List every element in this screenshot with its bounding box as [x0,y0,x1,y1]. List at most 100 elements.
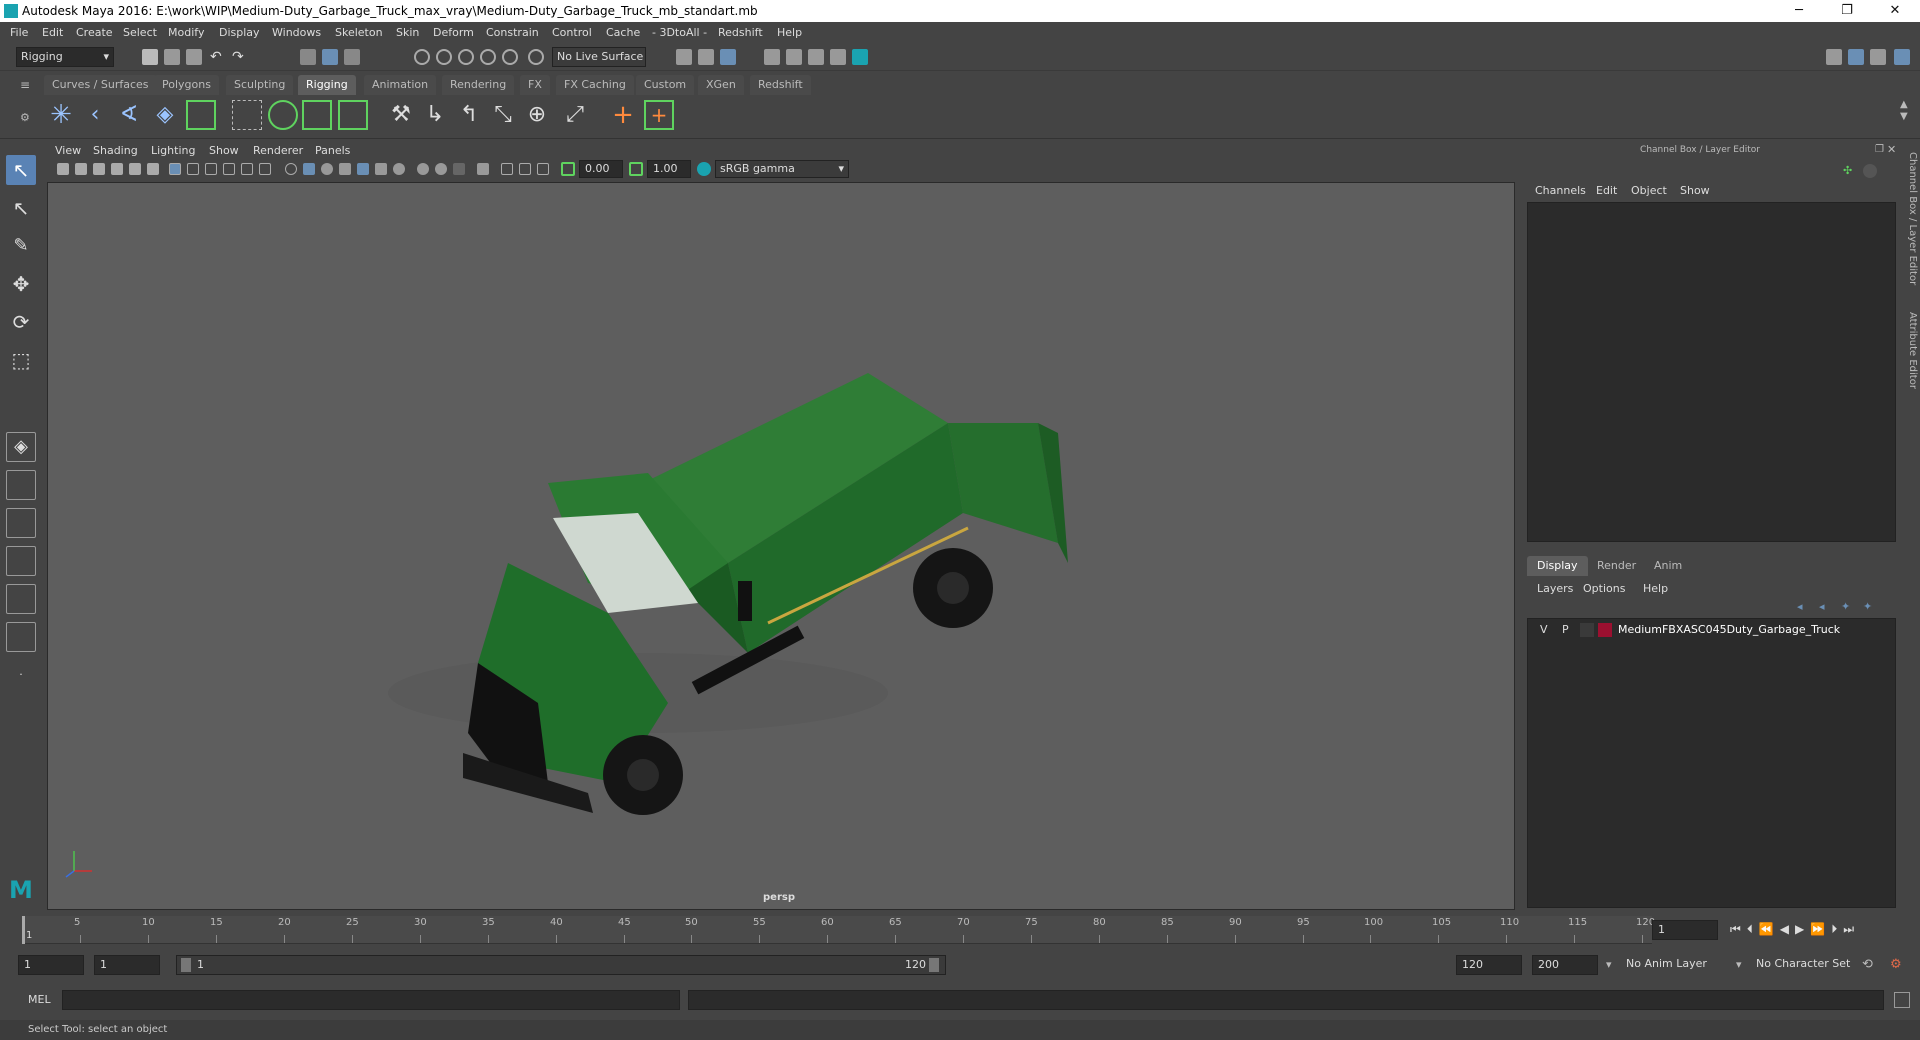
tab-fx-caching[interactable]: FX Caching [556,75,634,95]
ambient-occlusion-icon[interactable] [393,163,405,175]
side-tab-channel-box[interactable]: Channel Box / Layer Editor [1900,152,1918,292]
channel-box[interactable] [1527,202,1896,542]
menu-edit[interactable]: Edit [42,26,63,39]
channel-show-menu[interactable]: Show [1680,184,1710,197]
xray-icon[interactable] [501,163,513,175]
locator-icon[interactable]: + [608,100,638,130]
move-layer-up-icon[interactable]: ◂ [1797,600,1803,613]
persp-graph-layout-icon[interactable] [6,546,36,576]
rotate-tool-icon[interactable]: ⟳ [6,307,36,337]
move-tool-icon[interactable]: ✥ [6,269,36,299]
layer-display-type-toggle[interactable] [1580,623,1594,637]
tab-rigging[interactable]: Rigging [298,75,356,95]
tool-settings-toggle-icon[interactable] [1870,49,1886,65]
tab-anim[interactable]: Anim [1644,556,1692,576]
select-hierarchy-icon[interactable] [300,49,316,65]
orient-constraint-icon[interactable]: ⤡ [488,100,518,130]
minimize-button[interactable]: ─ [1776,0,1822,22]
bind-skin-icon[interactable] [232,100,262,130]
layer-options-menu[interactable]: Options [1583,582,1625,595]
ik-fk-switch-icon[interactable]: + [644,100,674,130]
film-gate-icon[interactable] [147,163,159,175]
safe-action-icon[interactable] [241,163,253,175]
layer-row[interactable]: V P MediumFBXASC045Duty_Garbage_Truck [1530,621,1892,639]
layer-name[interactable]: MediumFBXASC045Duty_Garbage_Truck [1618,623,1840,636]
shelf-menu-icon[interactable]: ≡ [20,78,30,92]
menu-deform[interactable]: Deform [433,26,474,39]
ipr-render-icon[interactable] [786,49,802,65]
step-back-icon[interactable]: ⏴ [1747,922,1759,936]
snap-grid-icon[interactable] [414,49,430,65]
humanik-icon[interactable] [186,100,216,130]
manip-icon[interactable] [1863,164,1877,178]
character-set-dropdown[interactable]: No Character Set [1752,955,1870,975]
tab-render[interactable]: Render [1587,556,1646,576]
camera-attributes-icon[interactable] [75,163,87,175]
end-time-field[interactable]: 200 [1532,955,1598,975]
insert-joint-icon[interactable]: ‹ [80,100,110,130]
tab-fx[interactable]: FX [520,75,550,95]
tab-custom[interactable]: Custom [636,75,695,95]
layer-playback-toggle[interactable]: P [1562,623,1569,636]
go-to-end-icon[interactable]: ⏭ [1843,922,1860,936]
input-ops-icon[interactable] [676,49,692,65]
four-view-layout-icon[interactable] [6,470,36,500]
point-constraint-icon[interactable]: ↳ [420,100,450,130]
camera-icon[interactable] [57,163,69,175]
image-plane-icon[interactable] [111,163,123,175]
resolution-gate-icon[interactable] [187,163,199,175]
tab-sculpting[interactable]: Sculpting [226,75,294,95]
start-time-field[interactable]: 1 [18,955,84,975]
snap-view-icon[interactable] [480,49,496,65]
command-language-label[interactable]: MEL [28,993,51,1006]
menu-redshift[interactable]: Redshift [718,26,763,39]
toolbox-more-icon[interactable]: · [6,660,36,690]
xray-active-icon[interactable] [537,163,549,175]
menu-windows[interactable]: Windows [272,26,321,39]
render-settings-icon[interactable] [808,49,824,65]
panel-menu-shading[interactable]: Shading [93,144,138,157]
pole-vector-icon[interactable]: ⤢ [560,100,590,130]
menu-cache[interactable]: Cache [606,26,640,39]
channel-edit-menu[interactable]: Edit [1596,184,1617,197]
color-management-icon[interactable] [697,162,711,176]
menu-constrain[interactable]: Constrain [486,26,539,39]
safe-title-icon[interactable] [259,163,271,175]
select-object-icon[interactable] [322,49,338,65]
channel-object-menu[interactable]: Object [1631,184,1667,197]
grid-toggle-icon[interactable] [129,163,141,175]
perspective-viewport[interactable]: persp [47,182,1515,910]
range-slider-track[interactable]: 1 120 [176,955,946,975]
wireframe-on-shaded-icon[interactable] [321,163,333,175]
anim-layer-chevron-icon[interactable]: ▾ [1606,958,1612,971]
auto-key-icon[interactable]: ⟲ [1862,957,1873,972]
exposure-field[interactable]: 0.00 [579,160,623,178]
paint-weights-icon[interactable]: ⚒ [386,100,416,130]
panel-menu-view[interactable]: View [55,144,81,157]
step-forward-key-icon[interactable]: ⏩ [1810,922,1831,936]
menu-control[interactable]: Control [552,26,592,39]
current-time-marker[interactable] [22,916,25,944]
close-panel-icon[interactable]: ✕ [1887,143,1896,156]
anti-aliasing-icon[interactable] [435,163,447,175]
play-forward-icon[interactable]: ▶ [1795,922,1810,936]
attribute-editor-toggle-icon[interactable] [1848,49,1864,65]
time-slider-track[interactable]: 1 5 10 15 20 25 30 35 40 45 50 55 60 65 70 75 80 85 90 95 1… [22,916,1655,944]
render-current-frame-icon[interactable] [764,49,780,65]
channel-box-toggle-icon[interactable] [1894,49,1910,65]
menu-help[interactable]: Help [777,26,802,39]
bookmark-icon[interactable] [93,163,105,175]
render-view-icon[interactable] [852,49,868,65]
snap-surface-icon[interactable] [502,49,518,65]
menu-skin[interactable]: Skin [396,26,419,39]
outliner-layout-icon[interactable] [6,584,36,614]
menu-create[interactable]: Create [76,26,113,39]
wireframe-icon[interactable] [285,163,297,175]
step-back-key-icon[interactable]: ⏪ [1759,922,1780,936]
scale-constraint-icon[interactable]: ⊕ [522,100,552,130]
lasso-tool-icon[interactable]: ↖ [6,193,36,223]
menu-set-dropdown[interactable]: Rigging ▾ [16,47,114,67]
tab-curves-surfaces[interactable]: Curves / Surfaces [44,75,157,95]
two-view-layout-icon[interactable] [6,508,36,538]
menu-skeleton[interactable]: Skeleton [335,26,383,39]
